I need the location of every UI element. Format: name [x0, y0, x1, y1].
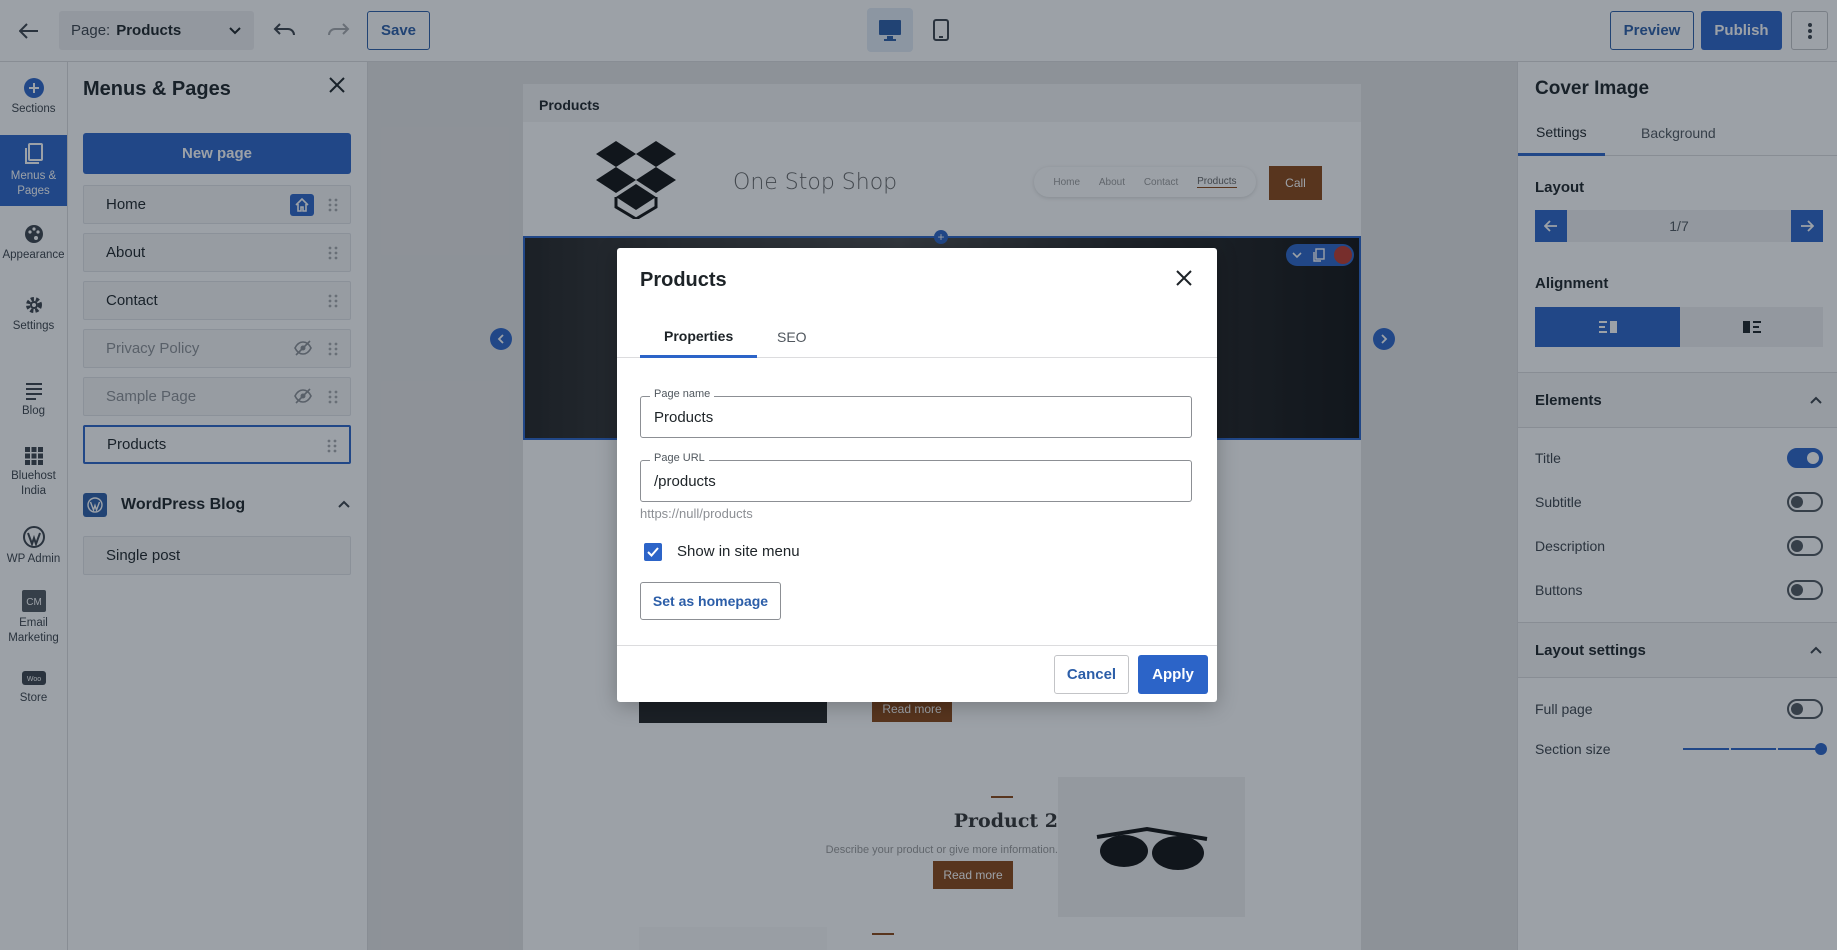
dialog-tabs: Properties SEO — [617, 316, 1217, 358]
page-name-label: Page name — [650, 388, 715, 400]
page-url-value: /products — [654, 472, 716, 490]
tab-properties[interactable]: Properties — [640, 316, 758, 358]
show-in-menu-label[interactable]: Show in site menu — [677, 543, 800, 560]
page-properties-dialog: Products Properties SEO Products Page na… — [617, 248, 1217, 702]
url-preview-hint: https://null/products — [640, 506, 753, 521]
page-name-field[interactable]: Products — [640, 396, 1192, 438]
dialog-footer-divider — [617, 645, 1217, 646]
apply-button[interactable]: Apply — [1138, 655, 1208, 694]
dialog-title: Products — [640, 269, 727, 291]
set-homepage-button[interactable]: Set as homepage — [640, 582, 781, 620]
tab-seo[interactable]: SEO — [777, 316, 807, 358]
show-in-menu-checkbox[interactable] — [644, 543, 662, 561]
page-name-value: Products — [654, 408, 714, 426]
cancel-button[interactable]: Cancel — [1054, 655, 1129, 694]
page-url-label: Page URL — [650, 452, 709, 464]
page-url-field[interactable]: /products — [640, 460, 1192, 502]
checkmark-icon — [647, 547, 659, 557]
close-icon[interactable] — [1174, 268, 1194, 288]
